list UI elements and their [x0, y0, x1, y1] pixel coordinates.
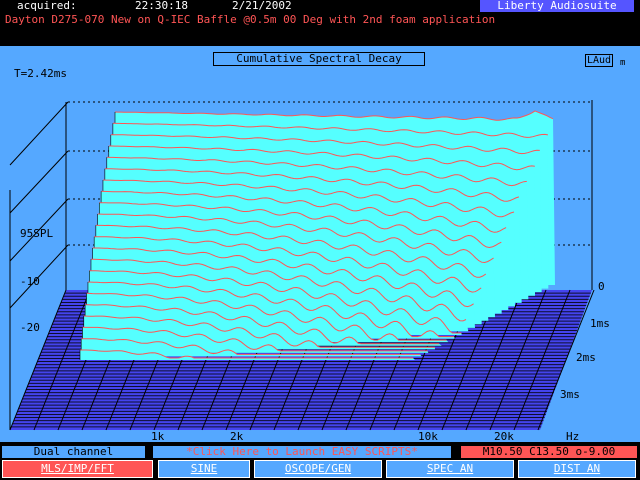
- freq-unit: Hz: [566, 430, 579, 442]
- spl-label: 95SPL: [20, 227, 53, 240]
- time-tick-0: 0: [598, 280, 605, 293]
- channel-indicator: Dual channel: [2, 446, 145, 458]
- dist-an-button[interactable]: DIST AN: [518, 460, 636, 478]
- mls-imp-fft-button[interactable]: MLS/IMP/FFT: [2, 460, 153, 478]
- time-tick-3ms: 3ms: [560, 388, 580, 401]
- freq-tick-20k: 20k: [494, 430, 514, 442]
- freq-tick-10k: 10k: [418, 430, 438, 442]
- laud-sub: m: [620, 58, 626, 68]
- acquired-label: acquired:: [17, 0, 77, 12]
- easy-scripts-link[interactable]: *Click Here to Launch EASY SCRIPTS*: [153, 446, 451, 458]
- freq-tick-2k: 2k: [230, 430, 244, 442]
- spl-tick-10: -10: [20, 275, 40, 288]
- sine-button[interactable]: SINE: [158, 460, 250, 478]
- spl-tick-20: -20: [20, 321, 40, 334]
- laud-label: LAud: [585, 54, 614, 67]
- time-tick-2ms: 2ms: [576, 351, 596, 364]
- freq-tick-1k: 1k: [151, 430, 165, 442]
- marker-readout: M10.50 C13.50 o-9.00: [461, 446, 637, 458]
- plot-area[interactable]: 95SPL -10 -20 0 1ms 2ms 3ms 1k 2k 10k 20…: [0, 46, 640, 442]
- time-tick-1ms: 1ms: [590, 317, 610, 330]
- oscope-gen-button[interactable]: OSCOPE/GEN: [254, 460, 382, 478]
- time-readout: T=2.42ms: [14, 67, 67, 80]
- plot-title: Cumulative Spectral Decay: [213, 52, 425, 66]
- acquired-date: 2/21/2002: [232, 0, 292, 12]
- brand-label: Liberty Audiosuite: [480, 0, 634, 12]
- acquired-time: 22:30:18: [135, 0, 188, 12]
- spec-an-button[interactable]: SPEC AN: [386, 460, 514, 478]
- waterfall-chart: 95SPL -10 -20 0 1ms 2ms 3ms 1k 2k 10k 20…: [9, 100, 610, 442]
- measurement-title: Dayton D275-070 New on Q-IEC Baffle @0.5…: [5, 13, 496, 26]
